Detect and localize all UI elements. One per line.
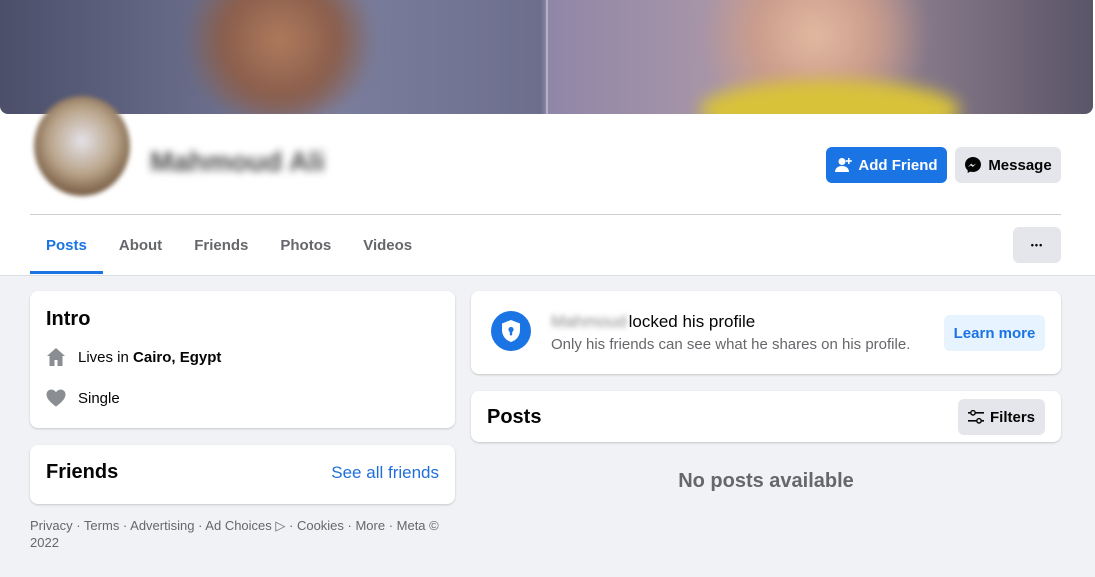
- see-all-friends-link[interactable]: See all friends: [331, 463, 439, 483]
- profile-tabs: Posts About Friends Photos Videos: [30, 216, 428, 274]
- add-friend-button[interactable]: Add Friend: [826, 147, 947, 183]
- profile-avatar[interactable]: [34, 96, 130, 196]
- friends-title: Friends: [46, 461, 119, 483]
- lives-city[interactable]: Cairo, Egypt: [133, 349, 221, 366]
- locked-title: Mahmoud locked his profile: [551, 312, 755, 332]
- locked-title-text: locked his profile: [628, 312, 756, 331]
- intro-title: Intro: [46, 308, 91, 330]
- heart-icon: [46, 389, 66, 407]
- locked-profile-card: Mahmoud locked his profile Only his frie…: [471, 291, 1061, 374]
- more-dots-icon: •••: [1030, 240, 1044, 250]
- home-icon: [47, 348, 65, 366]
- friends-card: Friends See all friends: [30, 445, 455, 504]
- posts-card: Posts Filters: [471, 391, 1061, 442]
- shield-icon: [491, 311, 531, 351]
- tab-friends[interactable]: Friends: [178, 216, 264, 274]
- intro-card: Intro Lives in Cairo, Egypt Single: [30, 291, 455, 428]
- cover-photo[interactable]: [0, 0, 1093, 114]
- tab-videos[interactable]: Videos: [347, 216, 428, 274]
- intro-relationship-row: Single: [46, 389, 120, 407]
- no-posts-message: No posts available: [678, 470, 854, 492]
- locked-subtitle: Only his friends can see what he shares …: [551, 336, 911, 353]
- header-divider: [30, 214, 1061, 215]
- posts-title: Posts: [487, 406, 542, 428]
- add-person-icon: [835, 158, 853, 172]
- filters-icon: [967, 410, 984, 424]
- tab-posts[interactable]: Posts: [30, 216, 103, 274]
- tab-photos[interactable]: Photos: [264, 216, 347, 274]
- lives-prefix: Lives in: [78, 348, 134, 366]
- message-label: Message: [988, 156, 1052, 174]
- locked-name: Mahmoud: [551, 312, 627, 331]
- message-button[interactable]: Message: [955, 147, 1061, 183]
- learn-more-button[interactable]: Learn more: [944, 315, 1045, 351]
- intro-lives-row: Lives in Cairo, Egypt: [46, 347, 221, 367]
- filters-label: Filters: [989, 408, 1035, 426]
- add-friend-label: Add Friend: [858, 156, 938, 174]
- filters-button[interactable]: Filters: [958, 399, 1045, 435]
- more-options-button[interactable]: •••: [1013, 227, 1061, 263]
- footer-links[interactable]: Privacy · Terms · Advertising · Ad Choic…: [30, 517, 450, 551]
- profile-name: Mahmoud Ali: [150, 146, 325, 177]
- messenger-icon: [965, 157, 982, 173]
- profile-header: Mahmoud Ali Add Friend Message Posts Abo…: [0, 0, 1095, 276]
- tab-about[interactable]: About: [103, 216, 178, 274]
- relationship-status: Single: [78, 389, 120, 407]
